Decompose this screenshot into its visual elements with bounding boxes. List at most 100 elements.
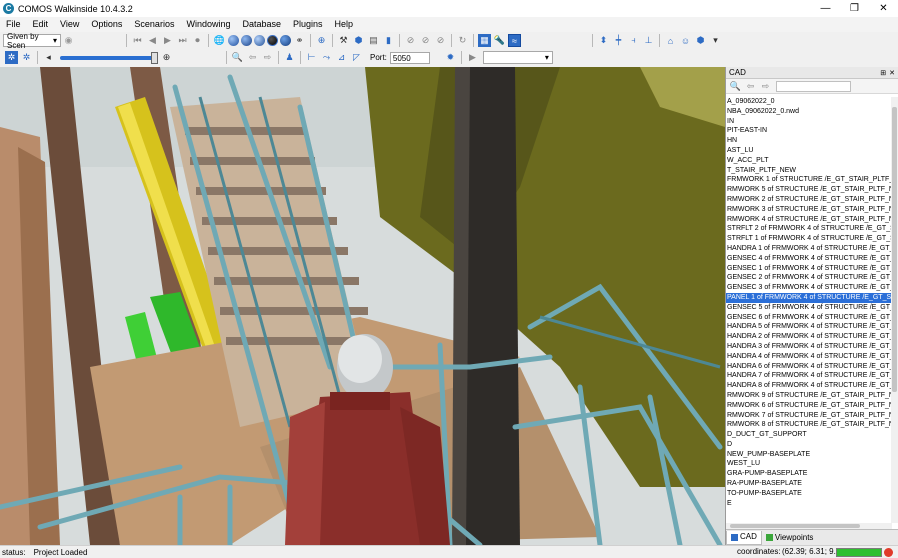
refresh-icon[interactable]: ↻ — [456, 34, 469, 47]
shading-flat-icon[interactable] — [241, 35, 252, 46]
tree-item[interactable]: PANEL 1 of FRMWORK 4 of STRUCTURE /E_GT_… — [726, 292, 891, 303]
zoom-icon[interactable]: 🔍 — [231, 51, 244, 64]
menu-windowing[interactable]: Windowing — [180, 17, 236, 32]
shading-smooth-icon[interactable] — [254, 35, 265, 46]
tree-item[interactable]: HANDRA 7 of FRMWORK 4 of STRUCTURE /E_GT… — [726, 371, 891, 381]
tab-viewpoints[interactable]: Viewpoints — [762, 531, 818, 545]
tree-item[interactable]: RA-PUMP-BASEPLATE — [726, 479, 891, 489]
menu-edit[interactable]: Edit — [27, 17, 55, 32]
cad-horizontal-scroll-thumb[interactable] — [730, 524, 860, 528]
speed-slider-thumb[interactable] — [151, 51, 158, 64]
tree-item[interactable]: HANDRA 2 of FRMWORK 4 of STRUCTURE /E_GT… — [726, 332, 891, 342]
section-line-icon[interactable]: ⊢ — [305, 51, 318, 64]
glasses-icon[interactable]: ⚭ — [293, 34, 306, 47]
tree-item[interactable]: T_STAIR_PLTF_NEW — [726, 166, 891, 176]
tree-item[interactable]: HANDRA 3 of FRMWORK 4 of STRUCTURE /E_GT… — [726, 342, 891, 352]
tree-item[interactable]: STRFLT 1 of FRMWORK 4 of STRUCTURE /E_GT… — [726, 234, 891, 244]
graph-icon[interactable]: ≈ — [508, 34, 521, 47]
align-icon[interactable]: ⫞ — [627, 34, 640, 47]
tree-item[interactable]: GENSEC 5 of FRMWORK 4 of STRUCTURE /E_GT… — [726, 303, 891, 313]
menu-scenarios[interactable]: Scenarios — [128, 17, 180, 32]
tree-item[interactable]: NBA_09062022_0.nwd — [726, 107, 891, 117]
cad-tree[interactable]: A_09062022_0 NBA_09062022_0.nwd IN PIT-EAST… — [726, 97, 891, 523]
overview-map-icon[interactable]: ▦ — [478, 34, 491, 47]
tree-item[interactable]: FRMWORK 1 of STRUCTURE /E_GT_STAIR_PLTF_… — [726, 175, 891, 185]
forward-arrow-icon[interactable]: ⇨ — [261, 51, 274, 64]
rewind-icon[interactable]: ◀ — [146, 34, 159, 47]
search-icon[interactable]: 🔍 — [729, 80, 742, 93]
tree-item[interactable]: GENSEC 4 of FRMWORK 4 of STRUCTURE /E_GT… — [726, 254, 891, 264]
no-collision-icon[interactable]: ⊘ — [404, 34, 417, 47]
walk-mode-icon[interactable]: ✲ — [5, 51, 18, 64]
tree-item[interactable]: GENSEC 1 of FRMWORK 4 of STRUCTURE /E_GT… — [726, 264, 891, 274]
tree-item[interactable]: HANDRA 8 of FRMWORK 4 of STRUCTURE /E_GT… — [726, 381, 891, 391]
no-gravity-icon[interactable]: ⊘ — [419, 34, 432, 47]
pin-icon[interactable]: ⊞ — [880, 69, 886, 77]
restore-button[interactable]: ❐ — [840, 0, 869, 17]
cad-vertical-scrollbar[interactable] — [891, 97, 898, 523]
shading-textured-icon[interactable] — [267, 35, 278, 46]
menu-help[interactable]: Help — [329, 17, 360, 32]
shading-wireframe-icon[interactable] — [228, 35, 239, 46]
tree-item[interactable]: HANDRA 5 of FRMWORK 4 of STRUCTURE /E_GT… — [726, 322, 891, 332]
play-icon[interactable]: ▶ — [466, 51, 479, 64]
menu-view[interactable]: View — [54, 17, 85, 32]
angle-icon[interactable]: ◸ — [350, 51, 363, 64]
tree-item[interactable]: HANDRA 4 of FRMWORK 4 of STRUCTURE /E_GT… — [726, 352, 891, 362]
avatar-icon[interactable]: ♟ — [283, 51, 296, 64]
tree-item[interactable]: GENSEC 3 of FRMWORK 4 of STRUCTURE /E_GT… — [726, 283, 891, 293]
layers-icon[interactable]: ▤ — [367, 34, 380, 47]
cube-icon[interactable]: ⬢ — [352, 34, 365, 47]
back-arrow-icon[interactable]: ⇦ — [744, 80, 757, 93]
tree-item[interactable]: GENSEC 2 of FRMWORK 4 of STRUCTURE /E_GT… — [726, 273, 891, 283]
tree-item[interactable]: RMWORK 8 of STRUCTURE /E_GT_STAIR_PLTF_N… — [726, 420, 891, 430]
tree-item[interactable]: RMWORK 7 of STRUCTURE /E_GT_STAIR_PLTF_N… — [726, 411, 891, 421]
skip-start-icon[interactable]: ⏮ — [131, 34, 144, 47]
tree-item[interactable]: RMWORK 9 of STRUCTURE /E_GT_STAIR_PLTF_N… — [726, 391, 891, 401]
menu-options[interactable]: Options — [85, 17, 128, 32]
forward-arrow-icon[interactable]: ⇨ — [759, 80, 772, 93]
flashlight-icon[interactable]: 🔦 — [493, 34, 506, 47]
fly-mode-icon[interactable]: ✲ — [20, 51, 33, 64]
tree-item[interactable]: TO-PUMP-BASEPLATE — [726, 489, 891, 499]
tree-item[interactable]: GENSEC 6 of FRMWORK 4 of STRUCTURE /E_GT… — [726, 313, 891, 323]
scenario-combo[interactable]: Given by Scen ▾ — [3, 32, 61, 50]
tree-item[interactable]: RMWORK 2 of STRUCTURE /E_GT_STAIR_PLTF_N… — [726, 195, 891, 205]
speed-slider[interactable] — [60, 51, 158, 64]
measure-icon[interactable]: ⚒ — [337, 34, 350, 47]
cad-search-input[interactable] — [776, 80, 851, 92]
skip-end-icon[interactable]: ⏭ — [176, 34, 189, 47]
menu-database[interactable]: Database — [236, 17, 287, 32]
user-search-icon[interactable]: ☺ — [679, 34, 692, 47]
ground-icon[interactable]: ⊥ — [642, 34, 655, 47]
crosshair-icon[interactable]: ⊕ — [315, 34, 328, 47]
tree-item[interactable]: STRFLT 2 of FRMWORK 4 of STRUCTURE /E_GT… — [726, 224, 891, 234]
tree-item[interactable]: A_09062022_0 — [726, 97, 891, 107]
no-walk-icon[interactable]: ⊘ — [434, 34, 447, 47]
viewpoint-combo[interactable]: ▾ — [482, 51, 553, 64]
tree-item[interactable]: HANDRA 1 of FRMWORK 4 of STRUCTURE /E_GT… — [726, 244, 891, 254]
path-icon[interactable]: ⤳ — [320, 51, 333, 64]
move-horizontal-icon[interactable]: ┿ — [612, 34, 625, 47]
tree-item[interactable]: RMWORK 4 of STRUCTURE /E_GT_STAIR_PLTF_N… — [726, 215, 891, 225]
tree-item[interactable]: RMWORK 6 of STRUCTURE /E_GT_STAIR_PLTF_N… — [726, 401, 891, 411]
tree-item[interactable]: PIT-EAST-IN — [726, 126, 891, 136]
cad-vertical-scroll-thumb[interactable] — [892, 107, 897, 392]
settings-disc-icon[interactable]: ◉ — [62, 34, 75, 47]
port-input[interactable]: 5050 — [389, 51, 430, 64]
speed-increase-icon[interactable]: ⊕ — [160, 51, 173, 64]
tree-item[interactable]: AST_LU — [726, 146, 891, 156]
menu-plugins[interactable]: Plugins — [287, 17, 329, 32]
box-view-icon[interactable]: ⬢ — [694, 34, 707, 47]
speed-decrease-icon[interactable]: ◂ — [42, 51, 55, 64]
clip-plane-icon[interactable]: ▮ — [382, 34, 395, 47]
tree-item[interactable]: D_DUCT_GT_SUPPORT — [726, 430, 891, 440]
tree-item[interactable]: GRA-PUMP-BASEPLATE — [726, 469, 891, 479]
tree-item[interactable]: RMWORK 5 of STRUCTURE /E_GT_STAIR_PLTF_N… — [726, 185, 891, 195]
play-icon[interactable]: ▶ — [161, 34, 174, 47]
tree-item[interactable]: E — [726, 499, 891, 509]
back-arrow-icon[interactable]: ⇦ — [246, 51, 259, 64]
tree-item[interactable]: D — [726, 440, 891, 450]
tree-item[interactable]: IN — [726, 117, 891, 127]
menu-file[interactable]: File — [0, 17, 27, 32]
